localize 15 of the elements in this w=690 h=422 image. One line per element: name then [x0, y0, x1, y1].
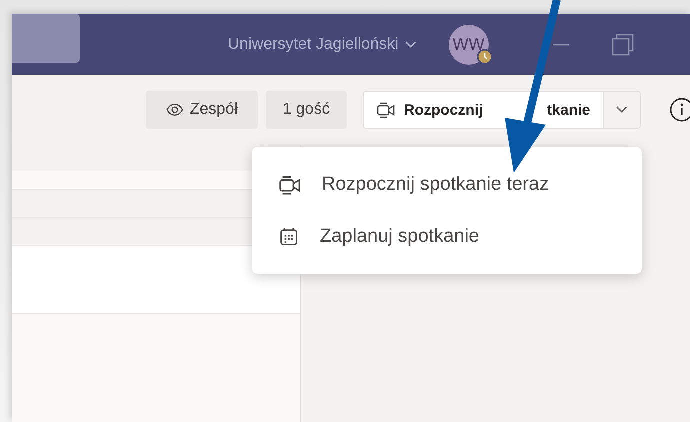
menu-item[interactable]: Zaplanuj spotkanie	[252, 216, 642, 258]
status-badge-icon	[476, 48, 493, 64]
chevron-down-icon	[616, 106, 628, 114]
restore-icon[interactable]	[610, 32, 635, 56]
chevron-down-icon	[404, 40, 417, 48]
eye-icon	[166, 101, 184, 119]
search-field[interactable]	[12, 14, 80, 63]
video-camera-icon	[376, 100, 396, 120]
menu-item[interactable]: Rozpocznij spotkanie teraz	[252, 164, 642, 206]
guest-button[interactable]: 1 gość	[266, 91, 347, 129]
team-view-button[interactable]: Zespół	[146, 91, 258, 129]
meet-button[interactable]: Rozpocznij tkanie	[363, 91, 604, 129]
info-icon[interactable]	[668, 97, 690, 123]
calendar-icon	[278, 226, 300, 248]
organization-switcher[interactable]: Uniwersytet Jagielloński	[228, 36, 417, 54]
